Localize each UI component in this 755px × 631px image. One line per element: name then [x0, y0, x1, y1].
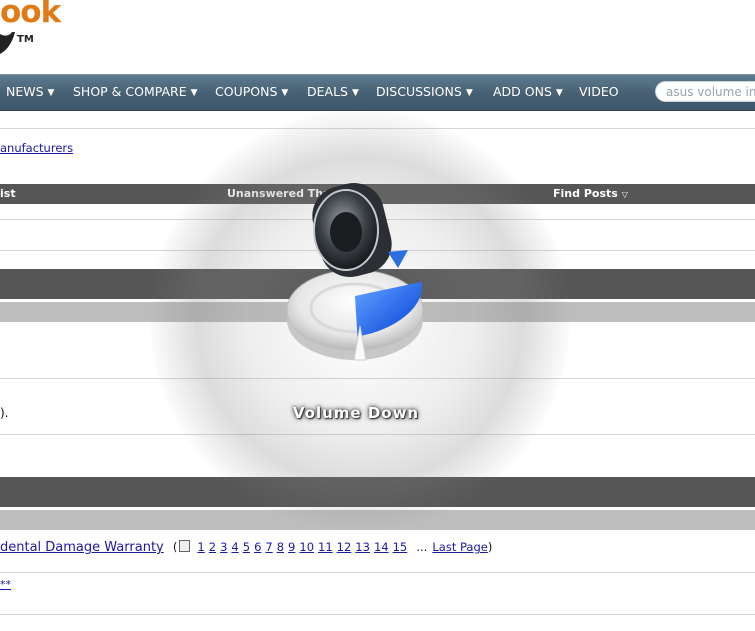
search-input[interactable]: asus volume inc	[655, 81, 755, 102]
page-link-5[interactable]: 5	[243, 540, 250, 554]
header-cell-find-posts[interactable]: Find Posts ▽	[553, 187, 628, 200]
logo-trademark: TM	[17, 34, 34, 45]
caret-down-icon: ▼	[351, 88, 359, 98]
page-link-10[interactable]: 10	[299, 540, 314, 554]
nav-item-video[interactable]: VIDEO	[579, 75, 619, 110]
page-link-1[interactable]: 1	[197, 540, 204, 554]
page-link-8[interactable]: 8	[277, 540, 284, 554]
page-link-3[interactable]: 3	[220, 540, 227, 554]
breadcrumb-link-manufacturers[interactable]: anufacturers	[0, 141, 73, 155]
last-page-link[interactable]: Last Page	[432, 540, 487, 554]
volume-osd-icon	[286, 183, 424, 361]
page-links: 1 2 3 4 5 6 7 8 9 10 11 12 13 14 15	[197, 536, 411, 555]
nav-item-add-ons[interactable]: ADD ONS ▼	[493, 75, 563, 110]
caret-down-icon: ▼	[465, 88, 473, 98]
page-link-2[interactable]: 2	[209, 540, 216, 554]
divider	[0, 128, 755, 129]
divider	[0, 572, 755, 573]
page-link-9[interactable]: 9	[288, 540, 295, 554]
logo-swoosh-icon	[0, 32, 15, 54]
divider	[0, 614, 755, 615]
post-text-fragment: ).	[0, 406, 9, 420]
thread-list-subheader-bar	[0, 510, 755, 530]
page-link-7[interactable]: 7	[265, 540, 272, 554]
caret-down-icon: ▼	[190, 88, 198, 98]
caret-down-icon: ▽	[621, 190, 628, 199]
header-cell-list[interactable]: ist	[0, 187, 16, 200]
thread-title-link[interactable]: dental Damage Warranty	[0, 540, 164, 555]
main-nav-bar: NEWS ▼ SHOP & COMPARE ▼ COUPONS ▼ DEALS ▼ DI…	[0, 74, 755, 111]
page-link-6[interactable]: 6	[254, 540, 261, 554]
caret-down-icon: ▼	[47, 88, 55, 98]
nav-item-coupons[interactable]: COUPONS ▼	[215, 75, 288, 110]
page-link-4[interactable]: 4	[231, 540, 238, 554]
thread-row: dental Damage Warranty ( 1 2 3 4 5 6 7 8 9 10 11 12…	[0, 536, 492, 555]
divider	[0, 378, 755, 379]
nav-item-shop-compare[interactable]: SHOP & COMPARE ▼	[73, 75, 198, 110]
caret-down-icon: ▼	[281, 88, 289, 98]
page-link-14[interactable]: 14	[374, 540, 389, 554]
thread-list-header-bar	[0, 477, 755, 507]
site-logo[interactable]: ook	[0, 0, 61, 30]
page-link-11[interactable]: 11	[318, 540, 333, 554]
nav-item-discussions[interactable]: DISCUSSIONS ▼	[376, 75, 473, 110]
page-link-15[interactable]: 15	[393, 540, 408, 554]
page-link-12[interactable]: 12	[337, 540, 352, 554]
divider	[0, 434, 755, 435]
volume-osd-label: Volume Down	[292, 404, 420, 422]
nav-item-deals[interactable]: DEALS ▼	[307, 75, 359, 110]
multipage-icon	[179, 540, 191, 552]
thread-author-link[interactable]: **	[0, 578, 11, 591]
caret-down-icon: ▼	[555, 88, 563, 98]
page-link-13[interactable]: 13	[355, 540, 370, 554]
nav-item-news[interactable]: NEWS ▼	[6, 75, 54, 110]
